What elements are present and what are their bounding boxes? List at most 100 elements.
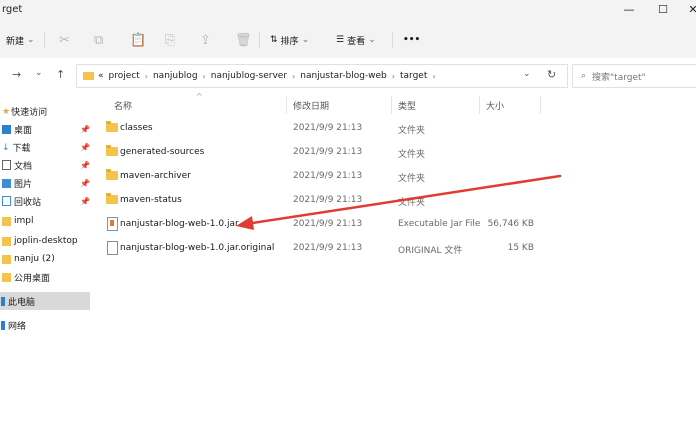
breadcrumb-item[interactable]: nanjublog <box>153 71 198 81</box>
file-name: nanjustar-blog-web-1.0.jar <box>120 219 239 229</box>
folder-icon <box>2 254 11 264</box>
address-history-chevron-icon[interactable]: ⌄ <box>523 69 531 79</box>
view-button[interactable]: ☰ 查看 ⌄ <box>336 30 376 50</box>
table-row[interactable]: nanjustar-blog-web-1.0.jar.original 2021… <box>100 238 640 260</box>
computer-icon <box>1 296 5 306</box>
new-button[interactable]: 新建 ⌄ <box>6 30 35 50</box>
column-divider[interactable] <box>286 96 287 114</box>
table-row[interactable]: generated-sources 2021/9/9 21:13 文件夹 <box>100 142 640 164</box>
sidebar-item-public-desktop[interactable]: 公用桌面 <box>0 268 90 286</box>
search-input[interactable]: 搜索"target" <box>592 70 646 83</box>
share-icon[interactable]: ⇪ <box>200 30 211 50</box>
rename-icon[interactable]: ⎘ <box>165 30 175 50</box>
search-box[interactable]: ⌕ 搜索"target" <box>572 64 696 88</box>
pin-icon[interactable]: 📌 <box>80 125 90 134</box>
toolbar-divider <box>259 32 260 48</box>
chevron-down-icon: ⌄ <box>301 35 310 45</box>
table-row[interactable]: maven-status 2021/9/9 21:13 文件夹 <box>100 190 640 212</box>
sidebar-item-recycle-bin[interactable]: 回收站 📌 <box>0 192 90 210</box>
chevron-right-icon[interactable]: › <box>145 72 148 81</box>
chevron-down-icon: ⌄ <box>27 35 35 45</box>
jar-file-icon <box>107 217 118 231</box>
new-label: 新建 <box>6 36 25 47</box>
maximize-button[interactable]: ☐ <box>650 2 676 18</box>
file-type: 文件夹 <box>398 126 426 136</box>
more-options-button[interactable]: ••• <box>403 30 420 50</box>
view-label: 查看 <box>347 36 366 47</box>
toolbar-divider <box>44 32 45 48</box>
paste-icon[interactable]: 📋 <box>130 30 146 50</box>
sidebar-item-label: 图片 <box>14 179 33 190</box>
breadcrumb-item[interactable]: project <box>109 71 140 81</box>
column-divider[interactable] <box>479 96 480 114</box>
table-row[interactable]: classes 2021/9/9 21:13 文件夹 <box>100 118 640 140</box>
chevron-down-icon: ⌄ <box>368 35 376 45</box>
close-button[interactable]: ✕ <box>680 2 696 18</box>
sidebar-item-impl[interactable]: impl <box>0 212 90 230</box>
file-name: nanjustar-blog-web-1.0.jar.original <box>120 243 275 253</box>
sidebar-item-this-pc[interactable]: 此电脑 <box>0 292 90 310</box>
sidebar-item-downloads[interactable]: ↓ 下载 📌 <box>0 138 90 156</box>
sidebar-item-quick-access[interactable]: ★ 快速访问 <box>0 102 90 120</box>
file-type: ORIGINAL 文件 <box>398 246 463 256</box>
sidebar-item-pictures[interactable]: 图片 📌 <box>0 174 90 192</box>
column-header-type[interactable]: 类型 <box>398 99 416 112</box>
navigation-pane: ★ 快速访问 桌面 📌 ↓ 下载 📌 文档 📌 图片 📌 回收站 📌 impl … <box>0 96 92 442</box>
column-header-size[interactable]: 大小 <box>486 99 504 112</box>
sidebar-item-desktop[interactable]: 桌面 📌 <box>0 120 90 138</box>
pin-icon[interactable]: 📌 <box>80 197 90 206</box>
breadcrumb-item[interactable]: nanjustar-blog-web <box>300 71 387 81</box>
sidebar-item-nanju-2[interactable]: nanju (2) <box>0 250 90 268</box>
breadcrumb-item[interactable]: target <box>400 71 427 81</box>
column-header-name[interactable]: 名称 <box>114 99 132 112</box>
chevron-right-icon[interactable]: › <box>203 72 206 81</box>
sort-button[interactable]: ⇅ 排序 ⌄ <box>270 30 309 50</box>
breadcrumb-item[interactable]: nanjublog-server <box>211 71 287 81</box>
download-icon: ↓ <box>2 142 10 153</box>
title-bar: rget — ☐ ✕ <box>0 0 696 22</box>
chevron-right-icon[interactable]: › <box>392 72 395 81</box>
table-row[interactable]: nanjustar-blog-web-1.0.jar 2021/9/9 21:1… <box>100 214 640 236</box>
recent-locations-chevron-icon[interactable]: ⌄ <box>35 68 43 78</box>
sidebar-item-label: 下载 <box>12 143 31 154</box>
pin-icon[interactable]: 📌 <box>80 179 90 188</box>
pin-icon[interactable]: 📌 <box>80 143 90 152</box>
chevron-right-icon[interactable]: › <box>292 72 295 81</box>
refresh-icon[interactable]: ↻ <box>547 68 556 81</box>
column-header-modified[interactable]: 修改日期 <box>293 99 329 112</box>
sidebar-item-label: 网络 <box>8 321 27 332</box>
back-arrow-icon[interactable]: → <box>12 68 21 81</box>
address-row: → ⌄ ↑ « project › nanjublog › nanjublog-… <box>0 58 696 92</box>
table-row[interactable]: maven-archiver 2021/9/9 21:13 文件夹 <box>100 166 640 188</box>
pin-icon[interactable]: 📌 <box>80 161 90 170</box>
sidebar-item-label: impl <box>14 216 34 226</box>
folder-icon <box>2 216 11 226</box>
sidebar-item-joplin-desktop[interactable]: joplin-desktop <box>0 232 90 250</box>
column-divider[interactable] <box>540 96 541 114</box>
file-type: 文件夹 <box>398 174 426 184</box>
sidebar-item-documents[interactable]: 文档 📌 <box>0 156 90 174</box>
command-bar: 新建 ⌄ ✂ ⧉ 📋 ⎘ ⇪ 🗑 ⇅ 排序 ⌄ ☰ 查看 ⌄ ••• <box>0 22 696 59</box>
sidebar-item-network[interactable]: 网络 <box>0 316 90 334</box>
folder-icon <box>2 272 11 282</box>
address-bar[interactable]: « project › nanjublog › nanjublog-server… <box>76 64 568 88</box>
column-divider[interactable] <box>391 96 392 114</box>
desktop-icon <box>2 124 11 134</box>
recycle-bin-icon <box>2 196 11 206</box>
file-size: 15 KB <box>507 243 534 253</box>
cut-icon[interactable]: ✂ <box>59 30 70 50</box>
minimize-button[interactable]: — <box>616 2 642 18</box>
copy-icon[interactable]: ⧉ <box>94 30 103 50</box>
file-modified: 2021/9/9 21:13 <box>293 219 363 229</box>
file-list: ^ 名称 修改日期 类型 大小 classes 2021/9/9 21:13 文… <box>100 92 696 442</box>
folder-icon <box>2 236 11 246</box>
sidebar-item-label: 文档 <box>14 161 33 172</box>
delete-icon[interactable]: 🗑 <box>235 30 252 50</box>
file-modified: 2021/9/9 21:13 <box>293 147 363 157</box>
folder-icon <box>83 72 94 80</box>
breadcrumb-overflow[interactable]: « <box>98 71 104 81</box>
document-icon <box>2 160 11 170</box>
chevron-right-icon[interactable]: › <box>432 72 435 81</box>
sidebar-item-label: 快速访问 <box>11 107 48 118</box>
up-arrow-icon[interactable]: ↑ <box>56 68 65 81</box>
